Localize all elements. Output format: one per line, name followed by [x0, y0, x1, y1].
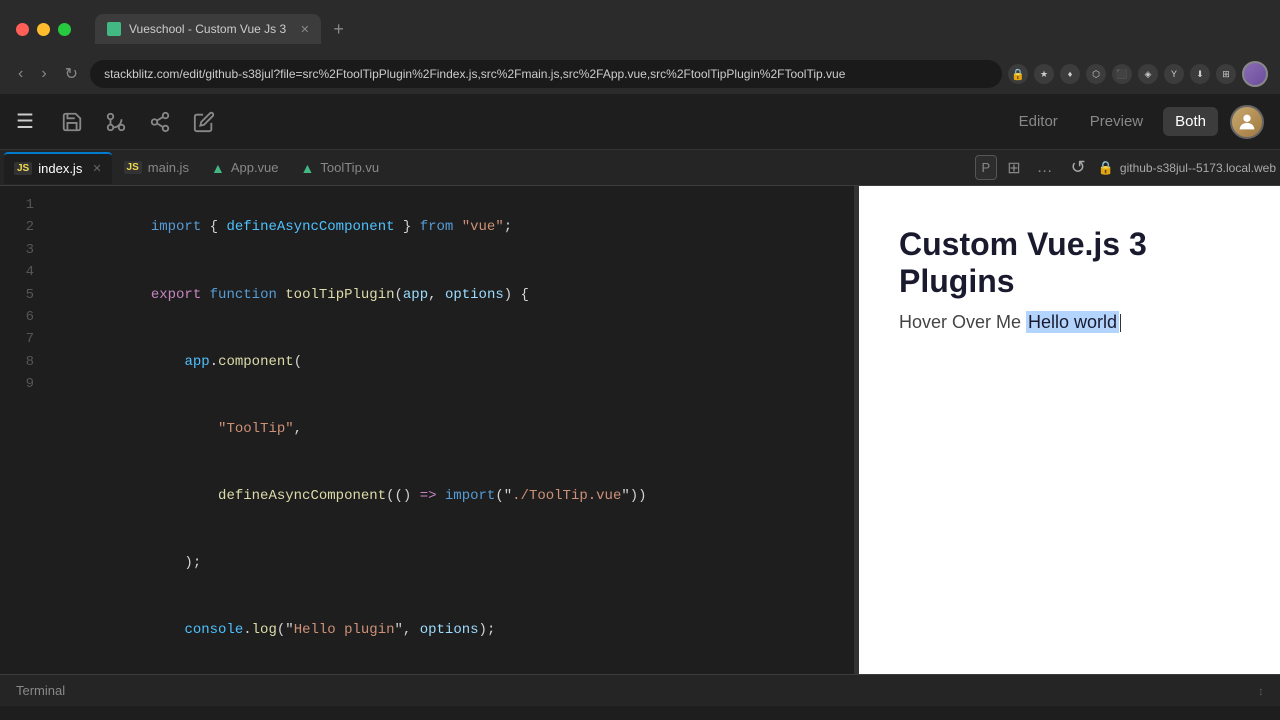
traffic-light-green[interactable] [58, 23, 71, 36]
tab-label-index-js: index.js [38, 161, 82, 176]
preview-text: Hover Over Me Hello world [899, 312, 1240, 333]
user-avatar[interactable] [1230, 105, 1264, 139]
browser-tab-active[interactable]: Vueschool - Custom Vue Js 3 ✕ [95, 14, 321, 44]
address-bar[interactable] [90, 60, 1002, 88]
new-tab-button[interactable]: + [325, 15, 352, 44]
js-icon: JS [14, 162, 32, 175]
extension-icon-4: ⬡ [1086, 64, 1106, 84]
browser-tab-close[interactable]: ✕ [300, 23, 309, 36]
preview-text-highlight: Hello world [1026, 311, 1119, 333]
vue-icon-2: ▲ [301, 160, 315, 176]
save-button[interactable] [56, 106, 88, 138]
code-line-7: console.log("Hello plugin", options); [50, 597, 854, 664]
extension-icon-6: ◈ [1138, 64, 1158, 84]
more-tabs-button[interactable]: … [1031, 155, 1059, 181]
code-line-6: ); [50, 530, 854, 597]
terminal-label[interactable]: Terminal [16, 683, 65, 698]
terminal-scroll-indicator: ↕ [1258, 684, 1264, 698]
code-lines: import { defineAsyncComponent } from "vu… [50, 186, 854, 674]
split-editor-button[interactable]: ⊞ [1001, 154, 1026, 182]
code-line-4: "ToolTip", [50, 396, 854, 463]
extension-icon-2: ★ [1034, 64, 1054, 84]
lock-icon: 🔒 [1098, 160, 1114, 176]
editor-pane: 1 2 3 4 5 6 7 8 9 import { defineAsyncCo… [0, 186, 855, 674]
browser-nav: ‹ › ↻ 🔒 ★ ♦ ⬡ ⬛ ◈ Y ⬇ ⊞ [0, 54, 1280, 94]
download-icon: ⬇ [1190, 64, 1210, 84]
code-line-8: } [50, 664, 854, 674]
tab-extras: P ⊞ … [975, 154, 1059, 182]
extension-icon-7: Y [1164, 64, 1184, 84]
traffic-light-yellow[interactable] [37, 23, 50, 36]
extension-icon-3: ♦ [1060, 64, 1080, 84]
editor-view-button[interactable]: Editor [1007, 107, 1070, 136]
vueschool-favicon [107, 22, 121, 36]
vue-icon-1: ▲ [211, 160, 225, 176]
extension-icon-5: ⬛ [1112, 64, 1132, 84]
edit-button[interactable] [188, 106, 220, 138]
code-line-3: app.component( [50, 328, 854, 395]
tab-label-main-js: main.js [148, 160, 189, 175]
browser-chrome: Vueschool - Custom Vue Js 3 ✕ + ‹ › ↻ 🔒 … [0, 0, 1280, 94]
line-numbers: 1 2 3 4 5 6 7 8 9 [0, 186, 50, 674]
extension-icon-1: 🔒 [1008, 64, 1028, 84]
file-tabs-bar: JS index.js ✕ JS main.js ▲ App.vue ▲ Too… [0, 150, 1280, 186]
main-content: 1 2 3 4 5 6 7 8 9 import { defineAsyncCo… [0, 186, 1280, 674]
code-line-2: export function toolTipPlugin(app, optio… [50, 261, 854, 328]
tab-app-vue[interactable]: ▲ App.vue [201, 152, 289, 184]
nav-reload-button[interactable]: ↻ [59, 60, 84, 88]
both-view-button[interactable]: Both [1163, 107, 1218, 136]
code-line-5: defineAsyncComponent(() => import("./Too… [50, 463, 854, 530]
pills-button[interactable]: P [975, 155, 998, 180]
preview-pane: Custom Vue.js 3 Plugins Hover Over Me He… [859, 186, 1280, 674]
browser-profile-avatar[interactable] [1242, 61, 1268, 87]
tab-label-app-vue: App.vue [231, 160, 279, 175]
text-cursor [1120, 314, 1121, 332]
js-icon-2: JS [124, 161, 142, 174]
sidebar-toggle-icon: ⊞ [1216, 64, 1236, 84]
hamburger-menu-button[interactable]: ☰ [16, 109, 34, 134]
fork-button[interactable] [100, 106, 132, 138]
preview-content: Custom Vue.js 3 Plugins Hover Over Me He… [859, 186, 1280, 373]
tab-main-js[interactable]: JS main.js [114, 152, 199, 184]
nav-forward-button[interactable]: › [35, 61, 52, 87]
app-header: ☰ Editor Preview Both [0, 94, 1280, 150]
share-button[interactable] [144, 106, 176, 138]
tab-label-tooltip-vue: ToolTip.vu [320, 160, 379, 175]
terminal-bar: Terminal ↕ [0, 674, 1280, 706]
preview-url-bar: github-s38jul--5173.local.web [1120, 161, 1276, 175]
view-toggle: Editor Preview Both [1007, 107, 1218, 136]
preview-view-button[interactable]: Preview [1078, 107, 1155, 136]
traffic-light-red[interactable] [16, 23, 29, 36]
preview-reload-button[interactable]: ↺ [1065, 153, 1092, 182]
code-editor[interactable]: 1 2 3 4 5 6 7 8 9 import { defineAsyncCo… [0, 186, 854, 674]
code-line-1: import { defineAsyncComponent } from "vu… [50, 194, 854, 261]
app-shell: ☰ Editor Preview Both JS index.js ✕ [0, 94, 1280, 706]
preview-text-before: Hover Over Me [899, 312, 1026, 332]
tab-tooltip-vue[interactable]: ▲ ToolTip.vu [291, 152, 390, 184]
browser-tab-title: Vueschool - Custom Vue Js 3 [129, 22, 286, 36]
preview-title: Custom Vue.js 3 Plugins [899, 226, 1240, 300]
nav-back-button[interactable]: ‹ [12, 61, 29, 87]
tab-index-js[interactable]: JS index.js ✕ [4, 152, 112, 184]
tab-close-index-js[interactable]: ✕ [92, 162, 101, 175]
